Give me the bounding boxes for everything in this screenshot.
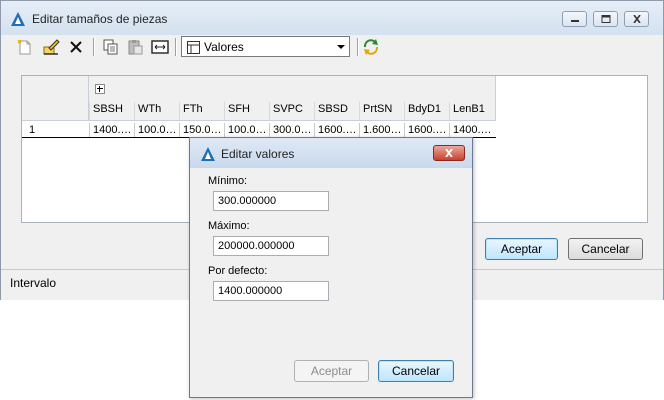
default-input[interactable]: 1400.000000 xyxy=(213,281,329,301)
dialog-cancel-button[interactable]: Cancelar xyxy=(378,360,454,382)
row-number: 1 xyxy=(29,124,36,136)
refresh-icon xyxy=(363,39,379,55)
copy-button[interactable] xyxy=(101,37,121,57)
minimize-icon xyxy=(570,20,579,22)
delete-icon xyxy=(70,41,82,53)
paste-icon xyxy=(128,40,143,55)
grid-corner xyxy=(22,76,89,121)
close-button[interactable] xyxy=(624,11,649,27)
minimize-button[interactable] xyxy=(562,11,587,27)
column-header[interactable]: WTh xyxy=(134,102,179,120)
table-cell[interactable]: 1600.… xyxy=(314,123,359,137)
app-icon xyxy=(11,12,25,26)
status-text: Intervalo xyxy=(10,276,57,290)
column-header[interactable]: SBSH xyxy=(89,102,134,120)
default-label: Por defecto: xyxy=(208,265,268,277)
table-cell[interactable]: 150.0… xyxy=(179,123,224,137)
column-header[interactable]: SVPC xyxy=(269,102,314,120)
new-button[interactable] xyxy=(15,37,35,57)
edit-button[interactable] xyxy=(41,37,61,57)
column-header[interactable]: SBSD xyxy=(314,102,359,120)
column-header[interactable]: BdyD1 xyxy=(404,102,449,120)
table-cell[interactable]: 1400.… xyxy=(449,123,494,137)
resize-button[interactable] xyxy=(150,37,170,57)
table-cell[interactable]: 100.0… xyxy=(134,123,179,137)
expand-icon[interactable] xyxy=(95,84,105,94)
toolbar-separator xyxy=(357,38,359,56)
column-header[interactable]: SFH xyxy=(224,102,269,120)
dialog-accept-button[interactable]: Aceptar xyxy=(294,360,369,382)
min-label: Mínimo: xyxy=(208,175,248,187)
copy-icon xyxy=(103,39,118,55)
table-cell[interactable]: 1.600… xyxy=(359,123,404,137)
combo-value: Valores xyxy=(204,40,244,54)
dialog-close-button[interactable] xyxy=(433,145,465,161)
resize-icon xyxy=(151,40,169,54)
table-icon xyxy=(187,41,200,54)
app-icon xyxy=(201,147,215,161)
max-label: Máximo: xyxy=(208,220,250,232)
table-cell[interactable]: 300.0… xyxy=(269,123,314,137)
delete-button[interactable] xyxy=(66,37,86,57)
toolbar: Valores xyxy=(9,35,659,59)
dialog-title: Editar valores xyxy=(221,147,295,161)
maximize-button[interactable] xyxy=(593,11,618,27)
close-icon xyxy=(632,15,641,23)
edit-icon xyxy=(43,39,60,55)
maximize-icon xyxy=(601,15,610,23)
table-cell[interactable]: 1600.… xyxy=(404,123,449,137)
close-icon xyxy=(445,149,453,157)
accept-button[interactable]: Aceptar xyxy=(485,238,558,260)
column-header[interactable]: PrtSN xyxy=(359,102,404,120)
toolbar-separator xyxy=(93,38,95,56)
window-title: Editar tamaños de piezas xyxy=(32,12,168,26)
refresh-button[interactable] xyxy=(361,37,381,57)
dialog-title-bar: Editar valores xyxy=(190,138,472,168)
cancel-button[interactable]: Cancelar xyxy=(568,238,643,260)
min-input[interactable]: 300.000000 xyxy=(213,191,329,211)
chevron-down-icon xyxy=(337,45,345,49)
max-input[interactable]: 200000.000000 xyxy=(213,236,329,256)
title-bar: Editar tamaños de piezas xyxy=(1,1,663,35)
values-combo[interactable]: Valores xyxy=(181,36,350,57)
column-header[interactable]: LenB1 xyxy=(449,102,494,120)
new-icon xyxy=(17,39,31,55)
table-cell[interactable]: 1400.… xyxy=(89,123,134,137)
toolbar-separator xyxy=(175,38,177,56)
paste-button[interactable] xyxy=(125,37,145,57)
edit-values-dialog: Editar valores Mínimo: 300.000000 Máximo… xyxy=(189,137,473,398)
table-cell[interactable]: 100.0… xyxy=(224,123,269,137)
column-header[interactable]: FTh xyxy=(179,102,224,120)
